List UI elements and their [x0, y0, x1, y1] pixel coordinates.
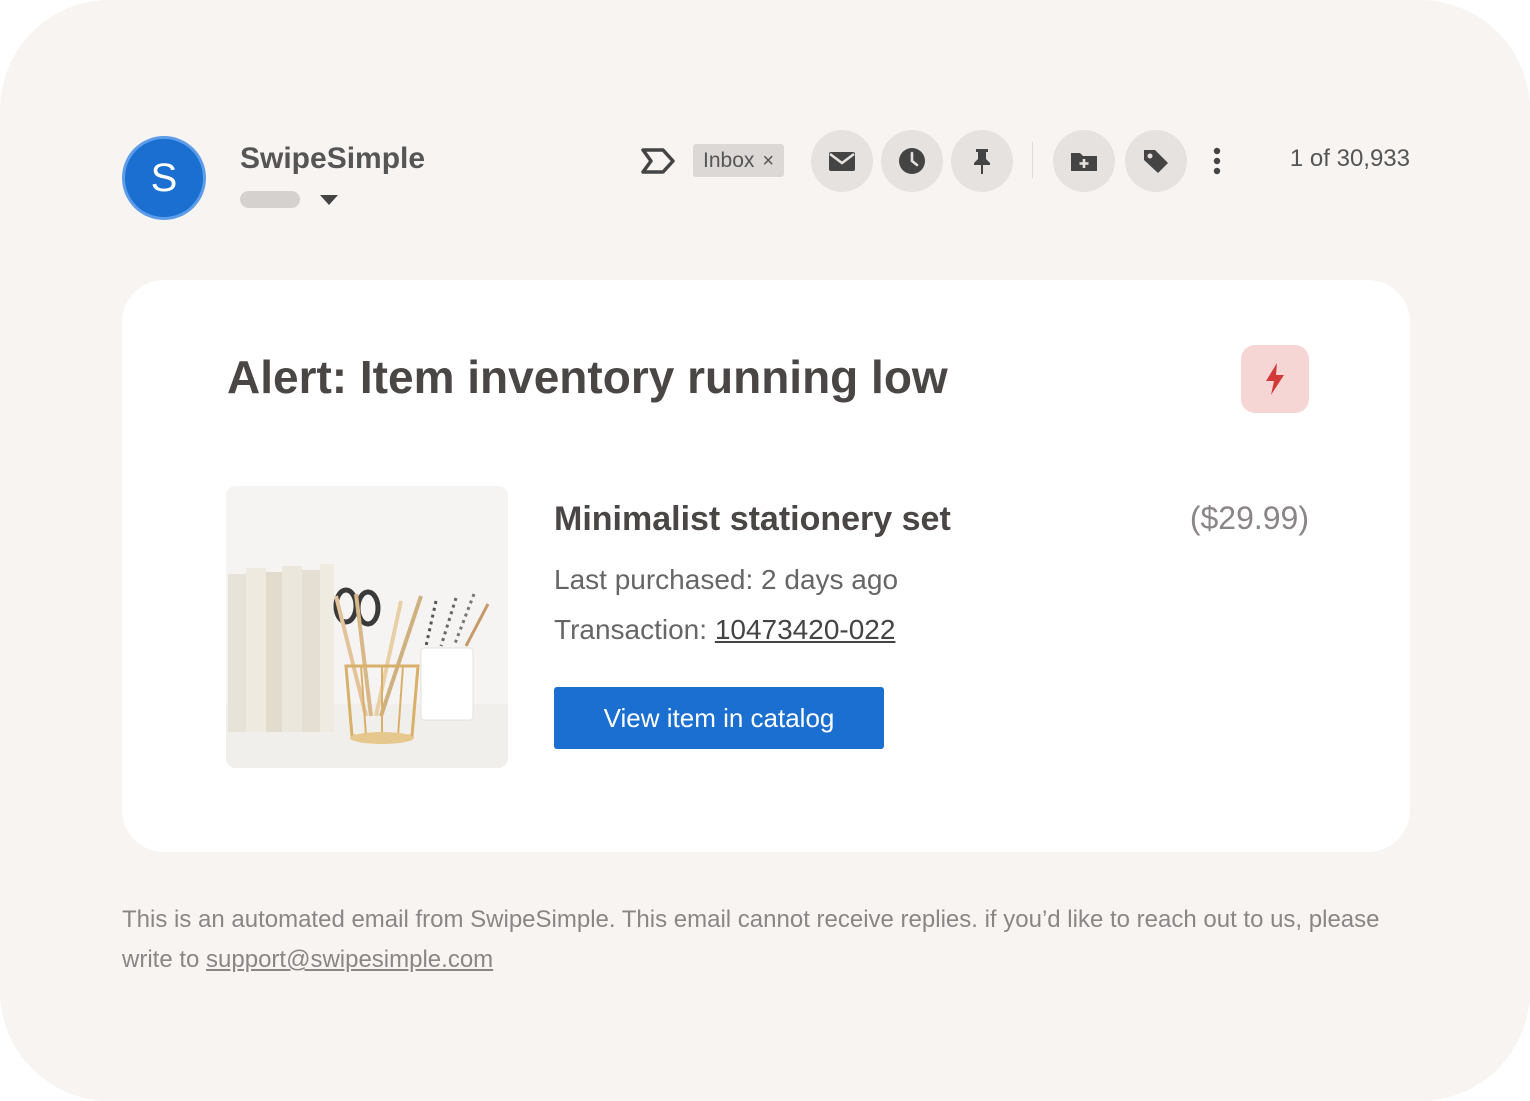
- product-image[interactable]: [226, 486, 508, 768]
- toolbar-divider: [1032, 142, 1033, 178]
- footer-text: This is an automated email from SwipeSim…: [122, 900, 1422, 980]
- email-card: Alert: Item inventory running low Minima…: [122, 280, 1410, 852]
- sender-name: SwipeSimple: [240, 142, 426, 175]
- pin-button[interactable]: [951, 130, 1013, 192]
- transaction-row: Transaction: 10473420-022: [554, 614, 895, 646]
- sender-email-placeholder: [240, 191, 300, 208]
- tag-button[interactable]: [1125, 130, 1187, 192]
- clock-icon: [899, 148, 925, 174]
- email-window: S SwipeSimple Inbox × 1 of 30,933 Alert:…: [0, 0, 1530, 1101]
- mark-unread-button[interactable]: [811, 130, 873, 192]
- pin-icon: [974, 149, 990, 174]
- transaction-link[interactable]: 10473420-022: [715, 614, 896, 645]
- move-to-folder-button[interactable]: [1053, 130, 1115, 192]
- stationery-photo: [226, 486, 508, 768]
- chip-close-icon[interactable]: ×: [762, 151, 774, 171]
- email-title: Alert: Item inventory running low: [227, 351, 948, 403]
- lightning-bolt-icon: [1266, 363, 1284, 395]
- item-price: ($29.99): [1189, 500, 1309, 536]
- mail-icon: [829, 152, 855, 171]
- sender-details-dropdown[interactable]: [320, 195, 338, 205]
- support-email-link[interactable]: support@swipesimple.com: [206, 946, 493, 973]
- more-vertical-icon[interactable]: [1207, 146, 1227, 176]
- alert-badge: [1241, 345, 1309, 413]
- inbox-chip-label: Inbox: [703, 148, 755, 172]
- last-purchased: Last purchased: 2 days ago: [554, 564, 899, 595]
- tag-icon: [1144, 150, 1168, 173]
- folder-add-icon: [1071, 153, 1097, 171]
- label-icon[interactable]: [640, 146, 676, 176]
- message-counter: 1 of 30,933: [1289, 145, 1410, 172]
- view-item-button[interactable]: View item in catalog: [554, 687, 884, 749]
- avatar-initial: S: [150, 155, 178, 200]
- sender-avatar[interactable]: S: [122, 136, 206, 220]
- snooze-button[interactable]: [881, 130, 943, 192]
- inbox-label-chip: Inbox ×: [693, 144, 785, 177]
- item-name: Minimalist stationery set: [554, 500, 951, 538]
- transaction-label: Transaction:: [554, 614, 715, 645]
